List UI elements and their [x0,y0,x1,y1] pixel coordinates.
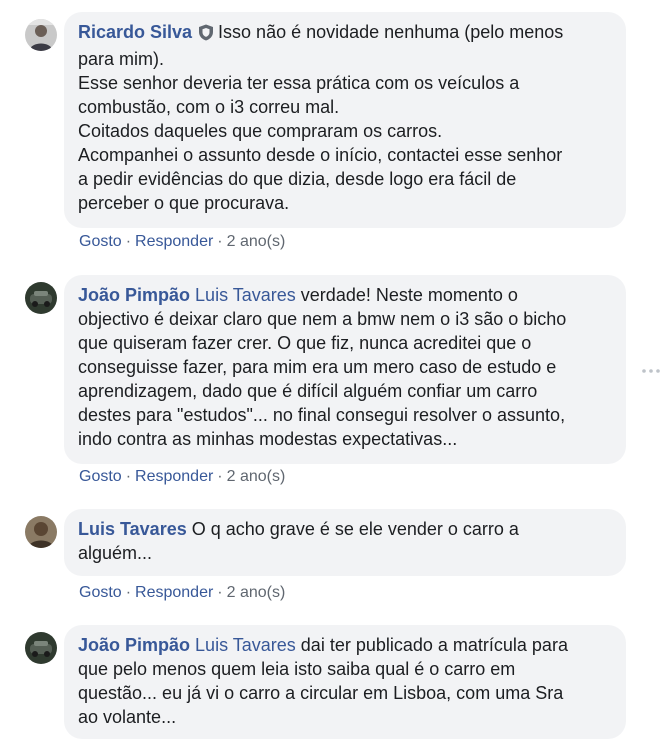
separator: · [125,233,132,250]
comment-text-line: Coitados daqueles que compraram os carro… [78,121,443,141]
separator: · [217,468,223,485]
mention-link[interactable]: Luis Tavares [195,635,296,655]
more-options-icon[interactable] [640,364,660,378]
separator: · [217,233,223,250]
comment-text-line: O q acho grave é se ele vender o carro a [191,519,519,539]
comment-text-line: verdade! Neste momento o [300,285,518,305]
comment-text-line: dai ter publicado a matrícula para [300,635,568,655]
comment-author[interactable]: Ricardo Silva [78,22,192,42]
comment-text-line: alguém... [78,543,153,563]
separator: · [125,468,132,485]
comment-text-line: para mim). [78,49,165,69]
comment-text-line: combustão, com o i3 correu mal. [78,97,340,117]
comment-text-line: perceber o que procurava. [78,193,290,213]
comment-actions: Gosto · Responder · 2 ano(s) [79,467,285,487]
mention-link[interactable]: Luis Tavares [195,285,296,305]
shield-icon [198,23,214,47]
comment-text-line: ao volante... [78,707,177,727]
comment-body: João Pimpão Luis Tavares verdade! Neste … [78,283,612,451]
comment-body: João Pimpão Luis Tavares dai ter publica… [78,633,612,729]
comment-text-line: objectivo é deixar claro que nem a bmw n… [78,309,567,329]
comment-actions: Gosto · Responder · 2 ano(s) [79,232,285,252]
comment-text-line: aprendizagem, dado que é difícil alguém … [78,381,538,401]
timestamp[interactable]: 2 ano(s) [227,584,286,601]
comment-body: Ricardo Silva Isso não é novidade nenhuma… [78,20,612,215]
like-button[interactable]: Gosto [79,468,122,485]
avatar[interactable] [25,632,57,664]
timestamp[interactable]: 2 ano(s) [227,468,286,485]
timestamp[interactable]: 2 ano(s) [227,233,286,250]
reply-button[interactable]: Responder [135,584,213,601]
comment-text-line: conseguisse fazer, para mim era um mero … [78,357,557,377]
like-button[interactable]: Gosto [79,233,122,250]
comment-bubble: João Pimpão Luis Tavares dai ter publica… [64,625,626,739]
comment-text-line: indo contra as minhas modestas expectati… [78,429,458,449]
comment-bubble: Ricardo Silva Isso não é novidade nenhuma… [64,12,626,228]
comment-bubble: João Pimpão Luis Tavares verdade! Neste … [64,275,626,464]
reply-button[interactable]: Responder [135,468,213,485]
comment-text-line: que quiseram fazer crer. O que fiz, nunc… [78,333,532,353]
separator: · [217,584,223,601]
avatar[interactable] [25,516,57,548]
comment-text-line: a pedir evidências do que dizia, desde l… [78,169,517,189]
comment-author[interactable]: João Pimpão [78,285,190,305]
comment-body: Luis Tavares O q acho grave é se ele ven… [78,517,612,565]
like-button[interactable]: Gosto [79,584,122,601]
comment-bubble: Luis Tavares O q acho grave é se ele ven… [64,509,626,576]
comment-text-line: que pelo menos quem leia isto saiba qual… [78,659,516,679]
comment-text-line: Acompanhei o assunto desde o início, con… [78,145,563,165]
avatar[interactable] [25,282,57,314]
separator: · [125,584,132,601]
reply-button[interactable]: Responder [135,233,213,250]
avatar[interactable] [25,19,57,51]
comment-text-line: destes para "estudos"... no final conseg… [78,405,566,425]
comment-text-line: Esse senhor deveria ter essa prática com… [78,73,520,93]
comment-actions: Gosto · Responder · 2 ano(s) [79,583,285,603]
comment-author[interactable]: João Pimpão [78,635,190,655]
comment-text-line: questão... eu já vi o carro a circular e… [78,683,564,703]
comment-text-line: Isso não é novidade nenhuma (pelo menos [218,22,564,42]
comment-author[interactable]: Luis Tavares [78,519,187,539]
